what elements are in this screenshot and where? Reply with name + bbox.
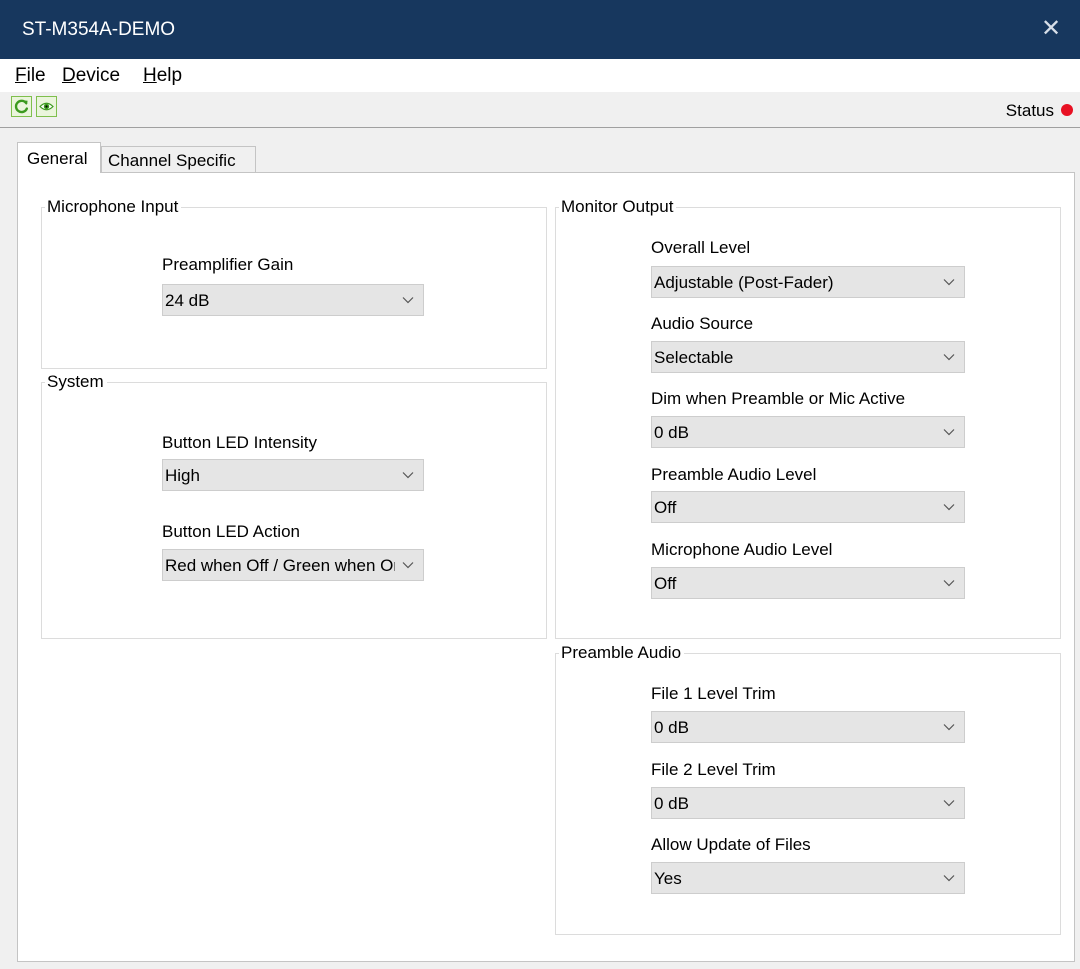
microphone-audio-level-value: Off	[654, 574, 677, 593]
audio-source-value: Selectable	[654, 348, 734, 367]
microphone-input-group: Microphone Input Preamplifier Gain 24 dB	[41, 197, 547, 369]
chevron-down-icon	[943, 800, 955, 807]
file1-trim-select[interactable]: 0 dB	[651, 711, 965, 743]
monitor-output-title: Monitor Output	[559, 197, 677, 217]
led-intensity-value: High	[165, 466, 200, 485]
overall-level-label: Overall Level	[651, 238, 751, 257]
toolbar: Status	[0, 92, 1080, 128]
window-title: ST-M354A-DEMO	[22, 19, 176, 40]
chevron-down-icon	[943, 875, 955, 882]
system-title: System	[45, 372, 107, 392]
overall-level-select[interactable]: Adjustable (Post-Fader)	[651, 266, 965, 298]
menu-file-mnemonic: F	[15, 65, 27, 86]
close-icon[interactable]: ✕	[1034, 12, 1068, 46]
file2-trim-select[interactable]: 0 dB	[651, 787, 965, 819]
led-action-label: Button LED Action	[162, 522, 300, 541]
menu-help-label: elp	[156, 65, 183, 86]
refresh-icon	[14, 99, 28, 114]
status-label: Status	[1005, 101, 1054, 120]
dim-when-active-value: 0 dB	[654, 423, 689, 442]
menu-device-mnemonic: D	[62, 65, 76, 86]
microphone-input-title: Microphone Input	[45, 197, 182, 217]
menu-help-mnemonic: H	[143, 65, 157, 86]
audio-source-label: Audio Source	[651, 314, 754, 333]
menu-help[interactable]: Help	[143, 65, 182, 87]
microphone-audio-level-label: Microphone Audio Level	[651, 540, 833, 559]
chevron-down-icon	[943, 504, 955, 511]
allow-update-value: Yes	[654, 869, 682, 888]
dim-when-active-select[interactable]: 0 dB	[651, 416, 965, 448]
file2-trim-value: 0 dB	[654, 794, 689, 813]
dim-when-active-label: Dim when Preamble or Mic Active	[651, 389, 906, 408]
menu-bar: File Device Help	[0, 59, 1080, 92]
tab-general[interactable]: General	[17, 142, 101, 173]
menu-file[interactable]: File	[15, 65, 46, 87]
general-tab-panel: Microphone Input Preamplifier Gain 24 dB…	[17, 172, 1075, 962]
chevron-down-icon	[943, 354, 955, 361]
eye-icon	[39, 102, 54, 111]
chevron-down-icon	[943, 429, 955, 436]
system-group: System Button LED Intensity High Button …	[41, 372, 547, 639]
tab-channel-specific[interactable]: Channel Specific	[101, 146, 256, 173]
chevron-down-icon	[943, 724, 955, 731]
preamble-audio-level-select[interactable]: Off	[651, 491, 965, 523]
preamble-audio-group: Preamble Audio File 1 Level Trim 0 dB Fi…	[555, 643, 1061, 935]
refresh-button[interactable]	[11, 96, 32, 117]
status-indicator	[1061, 104, 1073, 116]
workspace: General Channel Specific Microphone Inpu…	[0, 128, 1080, 969]
file1-trim-label: File 1 Level Trim	[651, 684, 776, 703]
preamble-audio-title: Preamble Audio	[559, 643, 685, 663]
chevron-down-icon	[402, 562, 414, 569]
preamp-gain-select[interactable]: 24 dB	[162, 284, 424, 316]
led-intensity-select[interactable]: High	[162, 459, 424, 491]
file2-trim-label: File 2 Level Trim	[651, 760, 776, 779]
preamp-gain-label: Preamplifier Gain	[162, 255, 294, 274]
view-button[interactable]	[36, 96, 57, 117]
monitor-output-group: Monitor Output Overall Level Adjustable …	[555, 197, 1061, 639]
menu-file-label: ile	[26, 65, 46, 86]
audio-source-select[interactable]: Selectable	[651, 341, 965, 373]
preamble-audio-level-value: Off	[654, 498, 677, 517]
preamp-gain-value: 24 dB	[165, 291, 210, 310]
allow-update-label: Allow Update of Files	[651, 835, 811, 854]
menu-device[interactable]: Device	[62, 65, 120, 87]
chevron-down-icon	[943, 279, 955, 286]
title-bar: ST-M354A-DEMO ✕	[0, 0, 1080, 59]
led-intensity-label: Button LED Intensity	[162, 433, 317, 452]
led-action-select[interactable]: Red when Off / Green when On	[162, 549, 424, 581]
chevron-down-icon	[402, 297, 414, 304]
allow-update-select[interactable]: Yes	[651, 862, 965, 894]
file1-trim-value: 0 dB	[654, 718, 689, 737]
preamble-audio-level-label: Preamble Audio Level	[651, 465, 817, 484]
chevron-down-icon	[943, 580, 955, 587]
menu-device-label: evice	[75, 65, 121, 86]
overall-level-value: Adjustable (Post-Fader)	[654, 273, 834, 292]
microphone-audio-level-select[interactable]: Off	[651, 567, 965, 599]
led-action-value: Red when Off / Green when On	[165, 556, 395, 575]
chevron-down-icon	[402, 472, 414, 479]
